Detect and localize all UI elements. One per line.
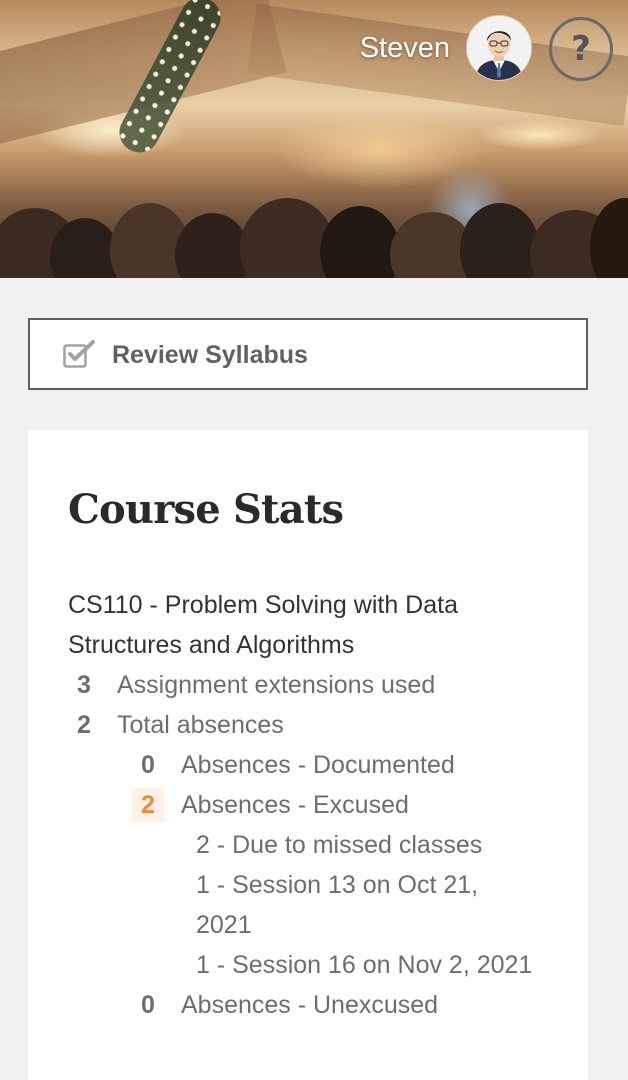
excused-count-badge: 2 <box>132 788 164 822</box>
excused-label: Absences - Excused <box>181 791 409 819</box>
excused-detail-line: 2 - Due to missed classes <box>196 831 483 859</box>
header-banner <box>0 0 628 278</box>
extensions-label: Assignment extensions used <box>117 671 436 699</box>
unexcused-label: Absences - Unexcused <box>181 991 439 1019</box>
excused-detail-line: 1 - Session 16 on Nov 2, 2021 <box>196 951 533 979</box>
user-avatar[interactable] <box>467 16 531 80</box>
documented-count: 0 <box>141 751 155 779</box>
extensions-count: 3 <box>77 671 91 699</box>
unexcused-count: 0 <box>141 991 155 1019</box>
checkbox-icon <box>63 340 95 368</box>
avatar-portrait-icon <box>467 16 531 80</box>
excused-detail-line: 2021 <box>196 911 252 939</box>
review-syllabus-label: Review Syllabus <box>112 341 308 369</box>
excused-detail-line: 1 - Session 13 on Oct 21, <box>196 871 479 899</box>
user-name[interactable]: Steven <box>360 30 450 66</box>
total-absences-label: Total absences <box>117 711 284 739</box>
banner-crowd-decoration <box>0 178 628 278</box>
total-absences-count: 2 <box>77 711 91 739</box>
help-button[interactable]: ? <box>549 17 613 81</box>
course-stats-card: Course Stats CS110 - Problem Solving wit… <box>28 430 588 1080</box>
course-name: CS110 - Problem Solving with Data Struct… <box>68 591 458 659</box>
review-syllabus-button[interactable]: Review Syllabus <box>28 318 588 390</box>
course-stats-title: Course Stats <box>68 486 344 533</box>
documented-label: Absences - Documented <box>181 751 455 779</box>
